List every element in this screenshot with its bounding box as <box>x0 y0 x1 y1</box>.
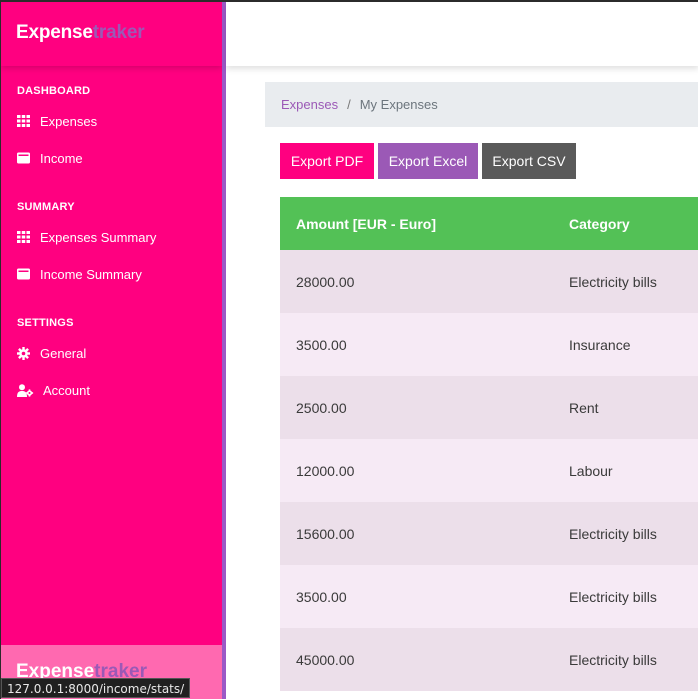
cell-amount: 3500.00 <box>296 336 347 353</box>
table-row: 2500.00 Rent <box>280 376 698 439</box>
cell-category: Labour <box>569 462 613 479</box>
sidebar-item-expenses-summary[interactable]: Expenses Summary <box>17 227 156 247</box>
sidebar-divider <box>222 2 226 699</box>
wallet-icon <box>17 267 33 281</box>
table-header: Amount [EUR - Euro] Category <box>280 197 698 250</box>
user-gear-icon <box>17 383 36 397</box>
cell-amount: 28000.00 <box>296 273 355 290</box>
sidebar-item-label: Expenses <box>40 113 98 129</box>
column-header-amount[interactable]: Amount [EUR - Euro] <box>280 216 553 232</box>
sidebar-item-label: General <box>40 345 87 361</box>
sidebar-item-label: Account <box>43 382 90 398</box>
sidebar: Expensetraker DASHBOARD Expenses Income … <box>1 2 222 699</box>
table-row: 12000.00 Labour <box>280 439 698 502</box>
brand-primary: Expense <box>16 22 93 43</box>
section-heading-settings: SETTINGS <box>17 317 74 329</box>
sidebar-item-label: Expenses Summary <box>40 229 157 245</box>
top-navbar <box>226 2 698 66</box>
app-window: Expensetraker DASHBOARD Expenses Income … <box>0 0 698 699</box>
breadcrumb-link-expenses[interactable]: Expenses <box>281 97 338 127</box>
breadcrumb: Expenses / My Expenses <box>265 82 698 127</box>
sidebar-item-label: Income Summary <box>40 266 142 282</box>
export-csv-button[interactable]: Export CSV <box>482 143 576 179</box>
sidebar-item-income[interactable]: Income <box>17 148 83 168</box>
cell-amount: 12000.00 <box>296 462 355 479</box>
table-row: 3500.00 Insurance <box>280 313 698 376</box>
breadcrumb-current: My Expenses <box>359 97 438 112</box>
table-row: 45000.00 Electricity bills <box>280 628 698 691</box>
sidebar-item-label: Income <box>40 150 83 166</box>
sidebar-item-expenses[interactable]: Expenses <box>17 111 97 131</box>
breadcrumb-separator: / <box>347 97 351 112</box>
table-row: 15600.00 Electricity bills <box>280 502 698 565</box>
cell-category: Electricity bills <box>569 588 657 605</box>
table-row: 3500.00 Electricity bills <box>280 565 698 628</box>
export-excel-button[interactable]: Export Excel <box>378 143 478 179</box>
wallet-icon <box>17 151 33 165</box>
cell-category: Electricity bills <box>569 651 657 668</box>
cell-category: Rent <box>569 399 599 416</box>
column-header-category[interactable]: Category <box>553 216 630 232</box>
sidebar-item-income-summary[interactable]: Income Summary <box>17 264 142 284</box>
grid-icon <box>17 230 33 244</box>
table-row: 28000.00 Electricity bills <box>280 250 698 313</box>
brand-logo[interactable]: Expensetraker <box>1 2 222 66</box>
sidebar-item-general[interactable]: General <box>17 343 86 363</box>
cell-amount: 45000.00 <box>296 651 355 668</box>
cell-category: Electricity bills <box>569 273 657 290</box>
cell-category: Electricity bills <box>569 525 657 542</box>
cell-amount: 2500.00 <box>296 399 347 416</box>
export-pdf-button[interactable]: Export PDF <box>280 143 374 179</box>
section-heading-summary: SUMMARY <box>17 201 75 213</box>
cell-category: Insurance <box>569 336 631 353</box>
cell-amount: 15600.00 <box>296 525 355 542</box>
section-heading-dashboard: DASHBOARD <box>17 85 91 97</box>
cell-amount: 3500.00 <box>296 588 347 605</box>
gear-icon <box>17 346 33 360</box>
sidebar-item-account[interactable]: Account <box>17 380 90 400</box>
brand-accent: traker <box>92 22 145 43</box>
expenses-table: Amount [EUR - Euro] Category 28000.00 El… <box>280 197 698 691</box>
status-bar-url: 127.0.0.1:8000/income/stats/ <box>1 678 191 698</box>
grid-icon <box>17 114 33 128</box>
